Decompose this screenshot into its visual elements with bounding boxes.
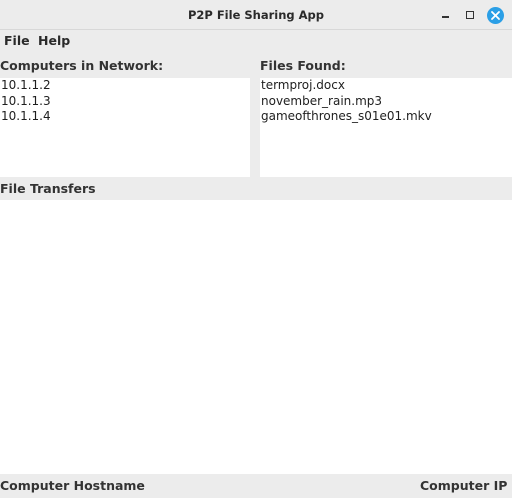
- close-button[interactable]: [487, 7, 504, 24]
- table-header: Computer Hostname Computer IP: [0, 476, 512, 496]
- minimize-button[interactable]: [437, 7, 453, 23]
- menu-bar: File Help: [0, 30, 512, 52]
- window-title: P2P File Sharing App: [187, 8, 325, 22]
- menu-file[interactable]: File: [4, 33, 30, 48]
- list-item[interactable]: 10.1.1.3: [0, 94, 250, 110]
- list-item[interactable]: 10.1.1.4: [0, 109, 250, 125]
- list-item[interactable]: termproj.docx: [260, 78, 512, 94]
- column-header-ip[interactable]: Computer IP: [420, 478, 507, 493]
- list-item[interactable]: november_rain.mp3: [260, 94, 512, 110]
- transfers-label: File Transfers: [0, 181, 96, 196]
- files-label: Files Found:: [260, 58, 346, 73]
- menu-help[interactable]: Help: [38, 33, 70, 48]
- close-icon: [491, 11, 500, 20]
- list-item[interactable]: 10.1.1.2: [0, 78, 250, 94]
- transfers-area[interactable]: [0, 200, 512, 474]
- maximize-button[interactable]: [462, 7, 478, 23]
- list-item[interactable]: gameofthrones_s01e01.mkv: [260, 109, 512, 125]
- computers-list[interactable]: 10.1.1.2 10.1.1.3 10.1.1.4: [0, 78, 250, 177]
- title-bar: P2P File Sharing App: [0, 0, 512, 30]
- minimize-icon: [441, 16, 449, 18]
- files-list[interactable]: termproj.docx november_rain.mp3 gameofth…: [260, 78, 512, 177]
- computers-label: Computers in Network:: [0, 58, 164, 73]
- maximize-icon: [466, 11, 474, 19]
- column-header-hostname[interactable]: Computer Hostname: [0, 478, 145, 493]
